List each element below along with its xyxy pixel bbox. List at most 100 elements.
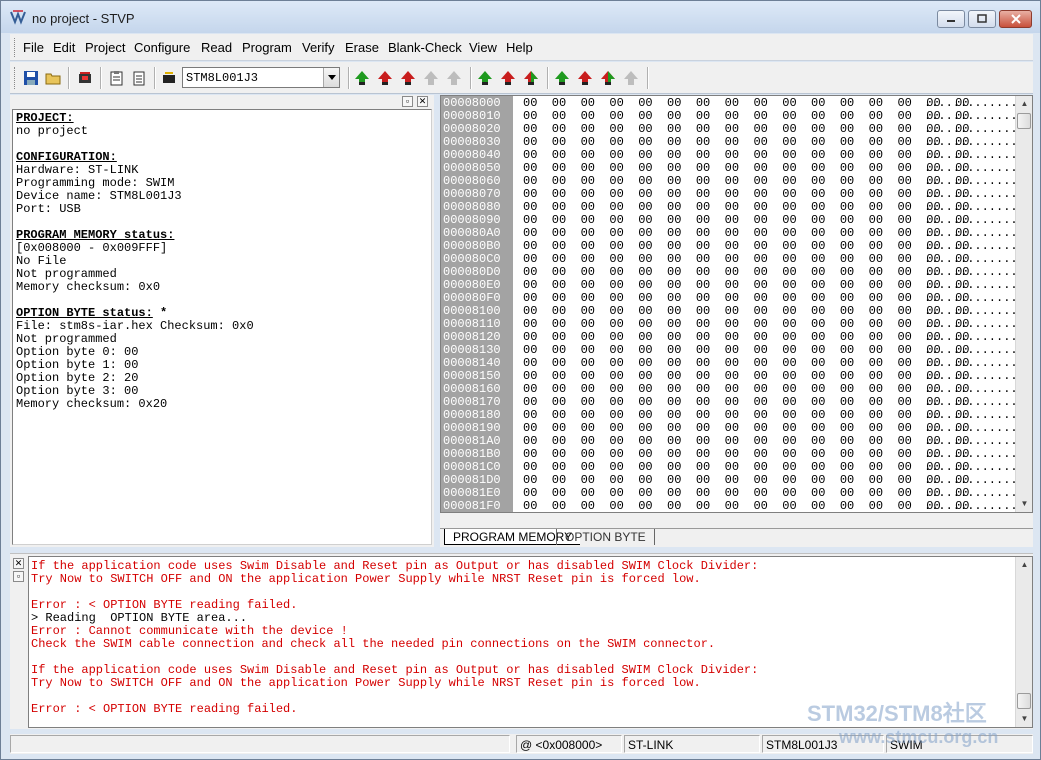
stvp-app-icon: [10, 10, 26, 25]
chip-icon: [163, 72, 175, 83]
scrollbar-thumb[interactable]: [1017, 113, 1031, 129]
read-disabled-button[interactable]: [444, 68, 464, 88]
memory-horizontal-scrollbar[interactable]: ◀ ▶: [442, 512, 1016, 513]
info-section-program-memory: PROGRAM MEMORY status: [0x008000 - 0x009…: [16, 229, 428, 294]
menu-edit[interactable]: Edit: [53, 40, 75, 55]
copy-button[interactable]: [107, 68, 127, 88]
modified-marker: *: [152, 306, 168, 320]
clipboard-icon: [110, 71, 123, 86]
verify-disabled-button[interactable]: [621, 68, 641, 88]
info-line: [0x008000 - 0x009FFF]: [16, 241, 168, 255]
toolbar-separator: [154, 67, 156, 89]
program-arrow-green-icon: [478, 71, 492, 85]
section-heading: PROGRAM MEMORY status:: [16, 228, 175, 242]
save-icon: [24, 71, 38, 85]
minimize-button[interactable]: [937, 10, 965, 28]
info-line: Memory checksum: 0x20: [16, 397, 168, 411]
panel-restore-button[interactable]: ▫: [402, 96, 413, 107]
program-option-button[interactable]: [521, 68, 541, 88]
document-icon: [133, 71, 145, 86]
panel-close-button[interactable]: ✕: [417, 96, 428, 107]
toolbar-separator: [547, 67, 549, 89]
read-arrow-disabled-icon: [424, 71, 438, 85]
toolbar-separator: [348, 67, 350, 89]
scroll-down-arrow[interactable]: ▼: [1017, 496, 1032, 511]
memory-grid[interactable]: 00008000 00 00 00 00 00 00 00 00 00 00 00…: [440, 95, 1033, 513]
menu-grip: [14, 38, 17, 57]
verify-current-button[interactable]: [552, 68, 572, 88]
close-button[interactable]: [999, 10, 1032, 28]
scroll-down-arrow[interactable]: ▼: [1017, 711, 1032, 726]
menu-program[interactable]: Program: [242, 40, 292, 55]
read-option-button[interactable]: [398, 68, 418, 88]
scroll-up-arrow[interactable]: ▲: [1017, 557, 1032, 572]
read-all-button[interactable]: [375, 68, 395, 88]
menu-view[interactable]: View: [469, 40, 497, 55]
status-hardware: ST-LINK: [624, 735, 760, 753]
menu-verify[interactable]: Verify: [302, 40, 335, 55]
info-line: Memory checksum: 0x0: [16, 280, 161, 294]
info-section-option-byte: OPTION BYTE status: * File: stm8s-iar.he…: [16, 307, 428, 411]
scrollbar-thumb[interactable]: [1017, 693, 1031, 709]
read-disabled-button[interactable]: [421, 68, 441, 88]
log-restore-button[interactable]: ▫: [13, 571, 24, 582]
toolbar-separator: [68, 67, 70, 89]
title-bar: no project - STVP: [1, 1, 1040, 33]
device-select[interactable]: STM8L001J3: [182, 67, 340, 88]
log-line: Check the SWIM cable connection and chec…: [31, 637, 716, 651]
program-current-button[interactable]: [475, 68, 495, 88]
open-button[interactable]: [43, 68, 63, 88]
toolbar-grip: [14, 67, 17, 89]
verify-all-button[interactable]: [575, 68, 595, 88]
log-panel-side: ✕ ▫: [10, 554, 27, 730]
read-arrow-disabled-icon: [447, 71, 461, 85]
device-select-value: STM8L001J3: [186, 71, 259, 85]
dropdown-arrow[interactable]: [323, 68, 339, 87]
memory-vertical-scrollbar[interactable]: ▲ ▼: [1015, 96, 1032, 512]
log-vertical-scrollbar[interactable]: ▲ ▼: [1015, 557, 1032, 727]
section-heading: PROJECT:: [16, 111, 74, 125]
menu-read[interactable]: Read: [201, 40, 232, 55]
scroll-up-arrow[interactable]: ▲: [1017, 96, 1032, 111]
program-arrow-mixed-icon: [524, 71, 538, 85]
menu-project[interactable]: Project: [85, 40, 125, 55]
read-arrow-red-icon: [378, 71, 392, 85]
panel-header: ▫ ✕: [10, 95, 434, 109]
project-info-panel: ▫ ✕ PROJECT: no project CONFIGURATION: H…: [10, 95, 434, 547]
menu-erase[interactable]: Erase: [345, 40, 379, 55]
log-line: Error : < OPTION BYTE reading failed.: [31, 702, 298, 716]
watermark-url: www.stmcu.org.cn: [839, 727, 999, 747]
device-chip-button[interactable]: [159, 68, 179, 88]
read-current-button[interactable]: [352, 68, 372, 88]
toolbar-separator: [470, 67, 472, 89]
menu-help[interactable]: Help: [506, 40, 533, 55]
paste-button[interactable]: [129, 68, 149, 88]
window-title: no project - STVP: [32, 11, 135, 26]
verify-arrow-green-icon: [555, 71, 569, 85]
restore-icon: [977, 14, 987, 23]
read-arrow-green-icon: [355, 71, 369, 85]
close-icon: [1010, 14, 1021, 24]
verify-arrow-red-icon: [578, 71, 592, 85]
toolbar-separator: [100, 67, 102, 89]
toolbar-separator: [647, 67, 649, 89]
minimize-icon: [947, 20, 955, 22]
info-line: Port: USB: [16, 202, 81, 216]
log-line: Try Now to SWITCH OFF and ON the applica…: [31, 676, 701, 690]
section-heading: CONFIGURATION:: [16, 150, 117, 164]
stvp-window: no project - STVP File Edit Project Conf…: [0, 0, 1041, 760]
menu-file[interactable]: File: [23, 40, 44, 55]
verify-arrow-disabled-icon: [624, 71, 638, 85]
verify-option-button[interactable]: [598, 68, 618, 88]
menu-configure[interactable]: Configure: [134, 40, 190, 55]
menu-bar: File Edit Project Configure Read Program…: [10, 34, 1033, 61]
project-button[interactable]: [75, 68, 95, 88]
maximize-button[interactable]: [968, 10, 996, 28]
menu-blank-check[interactable]: Blank-Check: [388, 40, 462, 55]
log-close-button[interactable]: ✕: [13, 558, 24, 569]
tab-option-byte[interactable]: OPTION BYTE: [556, 529, 655, 545]
program-all-button[interactable]: [498, 68, 518, 88]
save-button[interactable]: [21, 68, 41, 88]
verify-arrow-mixed-icon: [601, 71, 615, 85]
close-icon: ✕: [14, 558, 23, 568]
